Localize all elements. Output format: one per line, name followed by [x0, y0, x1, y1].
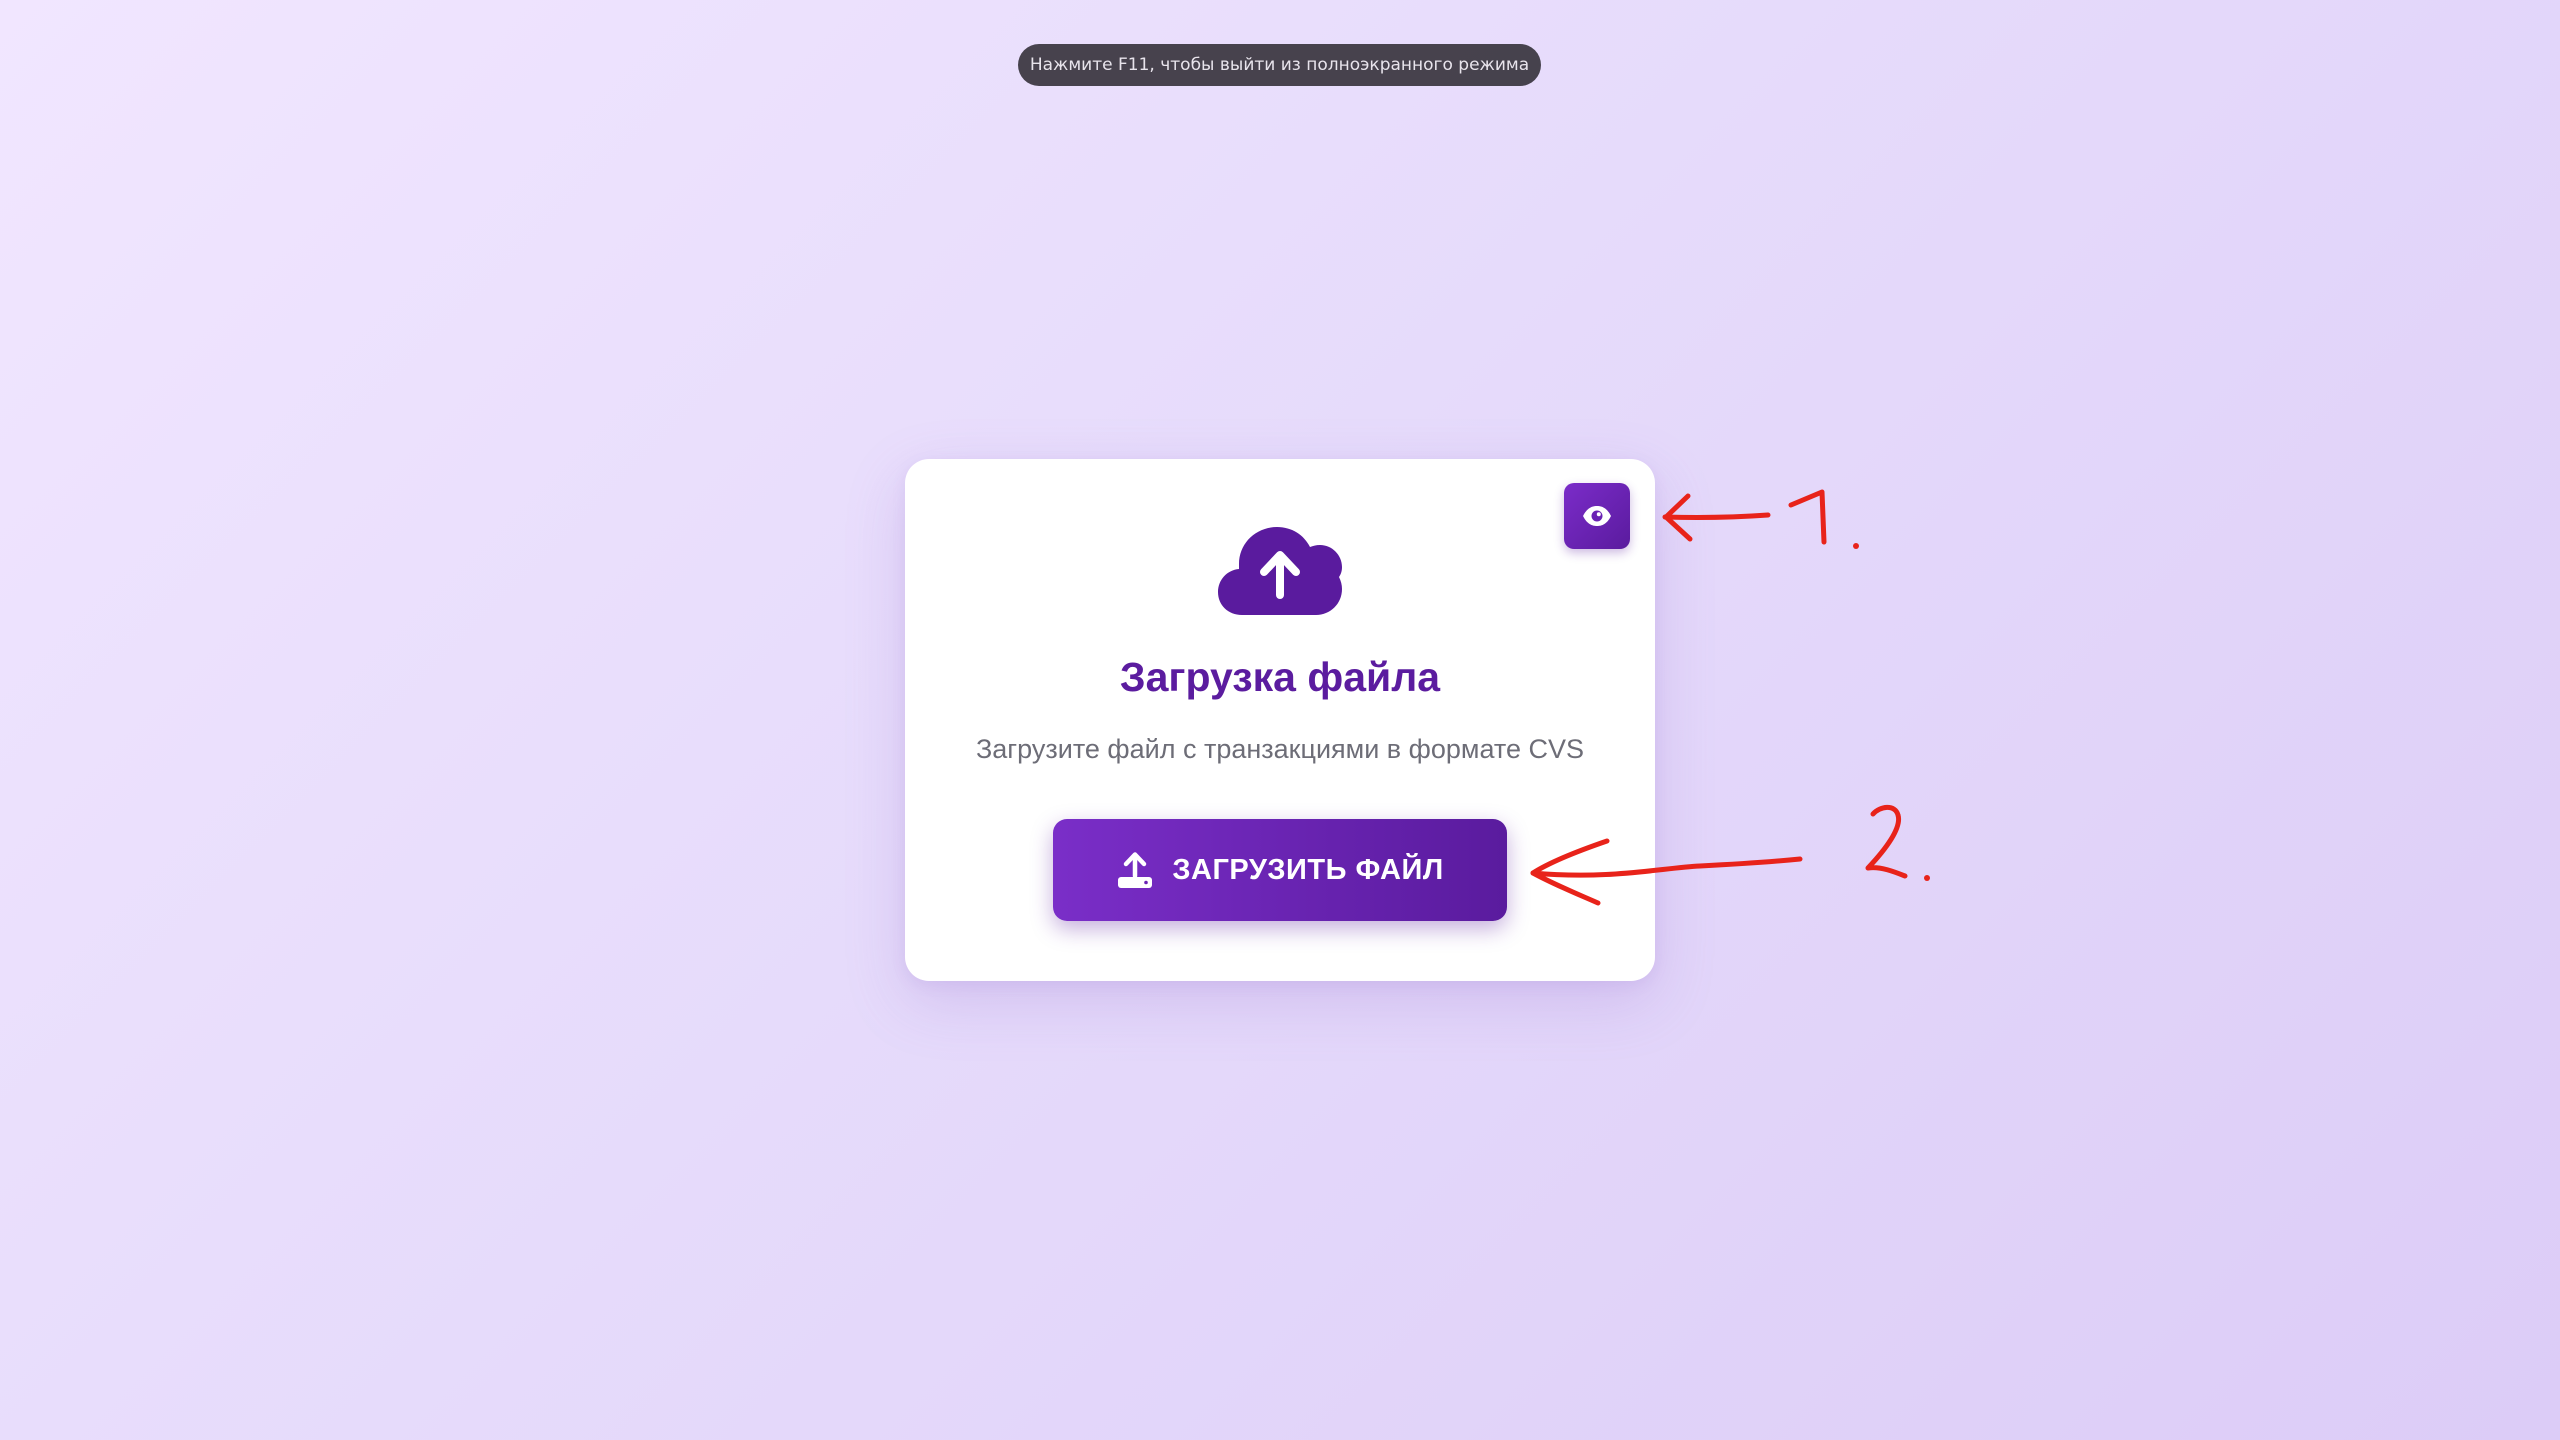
upload-icon [1118, 852, 1153, 888]
annotation-marker-2-dot [1924, 875, 1930, 881]
upload-description: Загрузите файл с транзакциями в формате … [975, 734, 1584, 764]
fullscreen-exit-hint: Нажмите F11, чтобы выйти из полноэкранно… [1018, 44, 1541, 86]
eye-icon [1583, 506, 1611, 526]
upload-card: Загрузка файла Загрузите файл с транзакц… [905, 459, 1655, 981]
annotation-marker-2 [1865, 804, 1908, 879]
page-title: Загрузка файла [1119, 654, 1441, 700]
upload-file-button[interactable]: ЗАГРУЗИТЬ ФАЙЛ [1053, 819, 1507, 921]
upload-file-button-label: ЗАГРУЗИТЬ ФАЙЛ [1172, 853, 1444, 886]
cloud-upload-icon [1218, 527, 1342, 615]
view-toggle-button[interactable] [1564, 483, 1630, 549]
annotation-marker-1 [1788, 489, 1827, 545]
annotation-arrow-1 [1662, 493, 1771, 542]
annotation-marker-1-dot [1853, 543, 1859, 549]
